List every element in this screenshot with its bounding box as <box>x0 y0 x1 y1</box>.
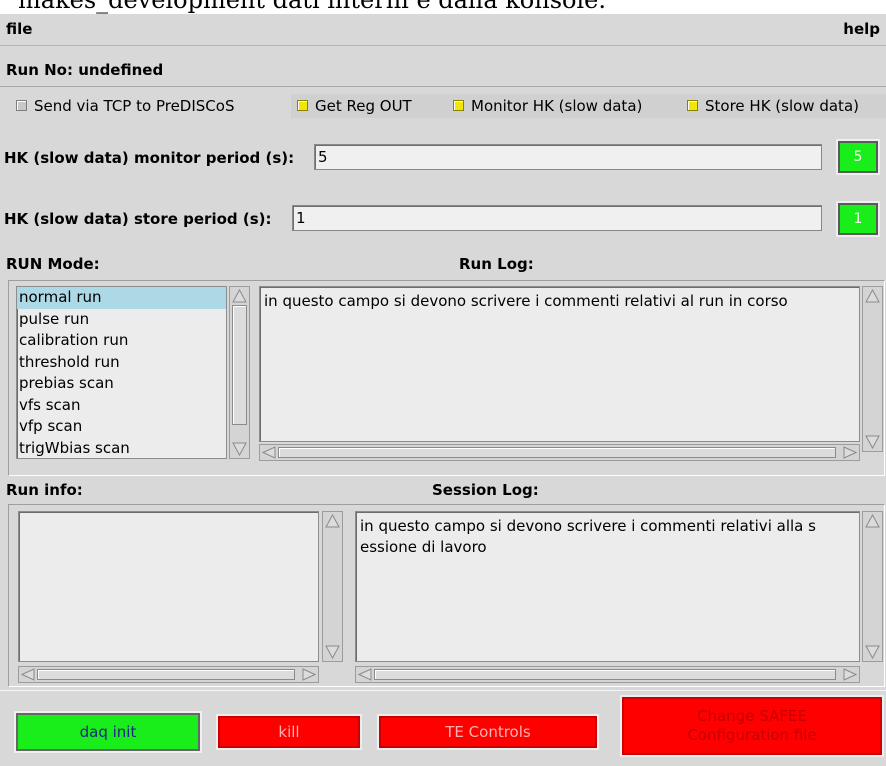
session-log-label: Session Log: <box>432 481 539 499</box>
hk-monitor-label: HK (slow data) monitor period (s): <box>4 149 295 167</box>
scroll-down-arrow-icon[interactable] <box>865 435 880 449</box>
run-log-hscrollbar[interactable] <box>259 444 860 461</box>
run-info-hscrollbar[interactable] <box>18 666 319 683</box>
run-info-vscrollbar[interactable] <box>322 511 343 662</box>
run-info-textarea[interactable] <box>18 511 319 662</box>
run-mode-item[interactable]: prebias scan <box>17 373 226 395</box>
run-mode-item[interactable]: calibration run <box>17 330 226 352</box>
scroll-left-arrow-icon[interactable] <box>358 668 372 681</box>
session-log-textarea[interactable]: in questo campo si devono scrivere i com… <box>355 511 860 662</box>
run-number-label: Run No: undefined <box>6 61 164 79</box>
daq-init-button[interactable]: daq init <box>14 711 202 753</box>
run-mode-scroll-thumb[interactable] <box>232 305 247 425</box>
session-log-hscrollbar[interactable] <box>355 666 860 683</box>
hk-store-period-input[interactable]: 1 <box>292 205 822 231</box>
checkbox-store-hk-label: Store HK (slow data) <box>705 97 859 115</box>
run-info-text <box>19 512 318 520</box>
hk-monitor-set-button[interactable]: 5 <box>836 139 880 175</box>
run-mode-item[interactable]: normal run <box>17 287 226 309</box>
run-mode-item[interactable]: pulse run <box>17 309 226 331</box>
document-text: makes_development dati interni e dalla k… <box>18 0 606 14</box>
daq-window: file help Run No: undefined Send via TCP… <box>0 14 886 766</box>
scroll-right-arrow-icon[interactable] <box>843 446 857 459</box>
checkbox-get-reg-out-box[interactable] <box>297 100 308 111</box>
checkbox-send-tcp-box[interactable] <box>16 100 27 111</box>
scroll-right-arrow-icon[interactable] <box>843 668 857 681</box>
checkbox-monitor-hk[interactable]: Monitor HK (slow data) <box>447 94 691 118</box>
run-mode-item[interactable]: vfp scan <box>17 416 226 438</box>
session-log-vscrollbar[interactable] <box>862 511 883 662</box>
checkbox-get-reg-out[interactable]: Get Reg OUT <box>291 94 447 118</box>
session-log-text: in questo campo si devono scrivere i com… <box>360 517 816 556</box>
session-log-hscroll-thumb[interactable] <box>374 669 836 680</box>
scroll-up-arrow-icon[interactable] <box>865 514 880 528</box>
document-text-fragment: makes_development dati interni e dalla k… <box>0 0 886 14</box>
run-mode-item[interactable]: trigWbias scan <box>17 438 226 459</box>
menu-file[interactable]: file <box>6 20 32 38</box>
run-mode-item[interactable]: threshold run <box>17 352 226 374</box>
run-info-hscroll-thumb[interactable] <box>37 669 295 680</box>
run-log-vscrollbar[interactable] <box>862 286 883 452</box>
change-config-button[interactable]: Change SAFEE Configuration file <box>620 695 884 757</box>
scroll-up-arrow-icon[interactable] <box>865 289 880 303</box>
kill-button[interactable]: kill <box>216 714 362 750</box>
scroll-left-arrow-icon[interactable] <box>21 668 35 681</box>
checkbox-get-reg-out-label: Get Reg OUT <box>315 97 412 115</box>
run-log-label: Run Log: <box>459 255 534 273</box>
run-log-textarea[interactable]: in questo campo si devono scrivere i com… <box>259 286 860 442</box>
hk-monitor-period-input[interactable]: 5 <box>314 144 822 170</box>
checkbox-store-hk-box[interactable] <box>687 100 698 111</box>
divider <box>0 86 886 87</box>
hk-store-set-button[interactable]: 1 <box>836 201 880 237</box>
menu-bar: file help <box>0 14 886 46</box>
run-info-label: Run info: <box>6 481 83 499</box>
run-mode-label: RUN Mode: <box>6 255 100 273</box>
checkbox-send-tcp[interactable]: Send via TCP to PreDISCoS <box>10 94 302 118</box>
checkbox-monitor-hk-label: Monitor HK (slow data) <box>471 97 643 115</box>
checkbox-send-tcp-label: Send via TCP to PreDISCoS <box>34 97 235 115</box>
menu-help[interactable]: help <box>843 20 880 38</box>
run-mode-item[interactable]: vfs scan <box>17 395 226 417</box>
button-bar: daq init kill TE Controls Change SAFEE C… <box>0 690 886 766</box>
scroll-up-arrow-icon[interactable] <box>232 289 247 303</box>
run-log-text: in questo campo si devono scrivere i com… <box>264 292 788 310</box>
te-controls-button[interactable]: TE Controls <box>377 714 599 750</box>
run-log-hscroll-thumb[interactable] <box>278 447 836 458</box>
scroll-down-arrow-icon[interactable] <box>865 645 880 659</box>
scroll-left-arrow-icon[interactable] <box>262 446 276 459</box>
scroll-right-arrow-icon[interactable] <box>302 668 316 681</box>
scroll-up-arrow-icon[interactable] <box>325 514 340 528</box>
hk-store-label: HK (slow data) store period (s): <box>4 210 272 228</box>
checkbox-monitor-hk-box[interactable] <box>453 100 464 111</box>
scroll-down-arrow-icon[interactable] <box>325 645 340 659</box>
checkbox-store-hk[interactable]: Store HK (slow data) <box>681 94 886 118</box>
run-mode-vscrollbar[interactable] <box>229 286 250 459</box>
run-mode-listbox[interactable]: normal run pulse run calibration run thr… <box>16 286 227 459</box>
scroll-down-arrow-icon[interactable] <box>232 442 247 456</box>
